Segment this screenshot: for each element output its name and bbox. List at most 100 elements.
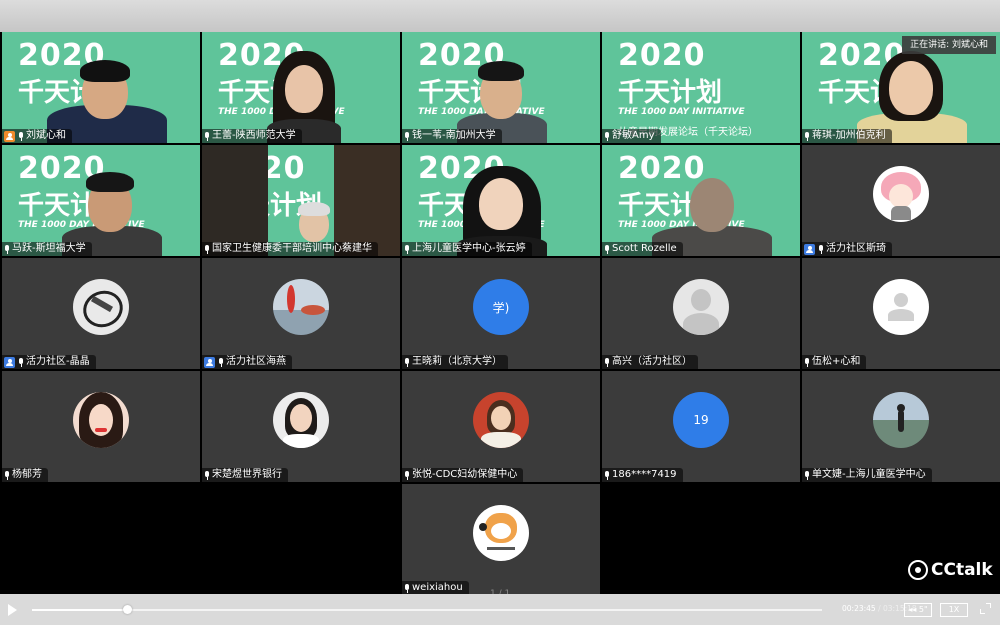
- participant-name-label: 国家卫生健康委干部培训中心蔡建华: [202, 242, 378, 256]
- participant-avatar: [73, 392, 129, 448]
- user-icon: [4, 356, 15, 368]
- video-tile[interactable]: 活力社区海燕: [202, 258, 400, 369]
- avatar-initials: 学): [492, 300, 510, 315]
- event-banner: 2020 千天计划 THE 1000 DAY INITIATIVE 儿童早期发展…: [602, 32, 800, 143]
- video-tile[interactable]: 2020 千天计划 THE 1000 DAY INITIATIVE 上海儿童医学…: [402, 145, 600, 256]
- participant-video: [452, 43, 552, 143]
- cctalk-logo-icon: [908, 560, 928, 580]
- video-tile[interactable]: 2020 千天计划 THE 1000 DAY INITIATIVE 马跃-斯坦福…: [2, 145, 200, 256]
- video-tile[interactable]: 2020 千天计划 THE 1000 DAY INITIATIVE 儿童早期发展…: [602, 32, 800, 143]
- top-bar: [0, 0, 1000, 32]
- playback-speed-button[interactable]: 1X: [940, 603, 968, 617]
- participant-name-label: 单文婕-上海儿童医学中心: [802, 468, 932, 482]
- video-tile[interactable]: 2020 千天计划 THE 1000 DAY INITIATIVE 王蕾-陕西师…: [202, 32, 400, 143]
- mic-icon: [604, 244, 610, 254]
- participant-name-label: 高兴（活力社区）: [602, 355, 698, 369]
- mic-icon: [18, 357, 24, 367]
- banner-title: 千天计划: [618, 78, 723, 108]
- participant-name-label: 马跃-斯坦福大学: [2, 242, 92, 256]
- play-icon[interactable]: [8, 604, 17, 616]
- video-tile[interactable]: 伍松+心和: [802, 258, 1000, 369]
- participant-name-label: 钱一苇-南加州大学: [402, 129, 502, 143]
- video-tile[interactable]: 2020 千天计划 刘斌心和: [2, 32, 200, 143]
- participant-name-label: 上海儿童医学中心-张云婷: [402, 242, 532, 256]
- participant-name-label: weixiahou: [402, 581, 469, 595]
- default-avatar-icon: [873, 279, 929, 335]
- participant-avatar: [273, 392, 329, 448]
- participant-name-label: 杨郁芳: [2, 468, 48, 482]
- participant-video: [457, 156, 547, 256]
- user-icon: [804, 243, 815, 255]
- mic-icon: [818, 244, 824, 254]
- participant-name-label: 活力社区斯琦: [802, 242, 892, 256]
- mic-icon: [4, 470, 10, 480]
- default-avatar-icon: [673, 279, 729, 335]
- mic-icon: [604, 470, 610, 480]
- mic-icon: [18, 131, 24, 141]
- mic-icon: [804, 357, 810, 367]
- mic-icon: [804, 131, 810, 141]
- participant-avatar: [273, 279, 329, 335]
- mic-icon: [218, 357, 224, 367]
- fullscreen-icon[interactable]: [980, 603, 991, 614]
- participant-name-label: 186****7419: [602, 468, 683, 482]
- video-tile[interactable]: 张悦-CDC妇幼保健中心: [402, 371, 600, 482]
- participant-name-label: 张悦-CDC妇幼保健中心: [402, 468, 524, 482]
- participant-video: [857, 43, 967, 143]
- participant-avatar: 学): [473, 279, 529, 335]
- rewind-5s-button[interactable]: ◂◂ 5": [904, 603, 932, 617]
- user-icon: [204, 356, 215, 368]
- participant-avatar: [873, 166, 929, 222]
- participant-name-label: 蒋琪-加州伯克利: [802, 129, 892, 143]
- cctalk-logo: CCtalk: [908, 560, 993, 580]
- mic-icon: [204, 470, 210, 480]
- current-time: 00:23:45: [842, 604, 876, 613]
- video-tile[interactable]: 2020 千天计划 正在讲话: 刘斌心和 蒋琪-加州伯克利: [802, 32, 1000, 143]
- mic-icon: [404, 244, 410, 254]
- banner-year: 2020: [618, 38, 706, 73]
- participant-video: [62, 156, 162, 256]
- participant-name-label: 活力社区-晶晶: [2, 355, 96, 369]
- progress-bar[interactable]: [32, 605, 822, 614]
- banner-subtitle: THE 1000 DAY INITIATIVE: [618, 107, 745, 117]
- video-tile[interactable]: 单文婕-上海儿童医学中心: [802, 371, 1000, 482]
- avatar-initials: 19: [693, 413, 709, 427]
- video-tile[interactable]: 高兴（活力社区）: [602, 258, 800, 369]
- mic-icon: [604, 357, 610, 367]
- video-tile[interactable]: 19 186****7419: [602, 371, 800, 482]
- video-tile[interactable]: 活力社区-晶晶: [2, 258, 200, 369]
- mic-icon: [404, 470, 410, 480]
- participant-video: [267, 43, 347, 143]
- mic-icon: [404, 131, 410, 141]
- video-tile[interactable]: 2020 千天计划 THE 1000 DAY INITIATIVE 钱一苇-南加…: [402, 32, 600, 143]
- video-tile[interactable]: weixiahou: [402, 484, 600, 595]
- host-icon: [4, 130, 15, 142]
- participant-avatar: [473, 505, 529, 561]
- progress-knob[interactable]: [122, 605, 132, 614]
- speaking-indicator: 正在讲话: 刘斌心和: [902, 36, 996, 54]
- participant-name-label: 刘斌心和: [2, 129, 72, 143]
- mic-icon: [804, 470, 810, 480]
- mic-icon: [404, 357, 410, 367]
- video-tile[interactable]: 宋楚煜世界银行: [202, 371, 400, 482]
- player-controls: 00:23:45 / 03:15:18 ◂◂ 5" 1X: [0, 594, 1000, 625]
- mic-icon: [404, 583, 410, 593]
- video-tile[interactable]: 学) 王晓莉（北京大学）: [402, 258, 600, 369]
- video-tile[interactable]: 活力社区斯琦: [802, 145, 1000, 256]
- video-tile[interactable]: 2020 千天计划 国家卫生健康委干部培训中心蔡建华: [202, 145, 400, 256]
- video-grid: 2020 千天计划 刘斌心和 2020 千天计划 THE 1000 DAY IN…: [0, 32, 1000, 595]
- participant-avatar: 19: [673, 392, 729, 448]
- video-tile[interactable]: 2020 千天计划 THE 1000 DAY INITIATIVE Scott …: [602, 145, 800, 256]
- participant-avatar: [473, 392, 529, 448]
- mic-icon: [204, 244, 210, 254]
- progress-fill: [32, 609, 127, 611]
- video-tile[interactable]: 杨郁芳: [2, 371, 200, 482]
- participant-name-label: 王晓莉（北京大学）: [402, 355, 508, 369]
- participant-name-label: Scott Rozelle: [602, 242, 683, 256]
- mic-icon: [204, 131, 210, 141]
- mic-icon: [604, 131, 610, 141]
- participant-name-label: 王蕾-陕西师范大学: [202, 129, 302, 143]
- participant-name-label: 舒敏Amy: [602, 129, 661, 143]
- participant-name-label: 宋楚煜世界银行: [202, 468, 288, 482]
- participant-name-label: 伍松+心和: [802, 355, 867, 369]
